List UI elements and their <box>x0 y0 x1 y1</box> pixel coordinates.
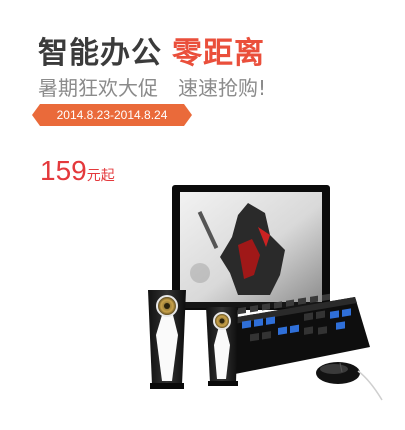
speaker-left <box>148 290 186 389</box>
promo-title-main: 智能办公 <box>38 36 162 71</box>
desktop-computer-set-icon <box>148 185 383 401</box>
speaker-right <box>206 307 238 386</box>
promo-subtitle: 暑期狂欢大促 速速抢购! <box>38 76 267 100</box>
promo-title: 智能办公 零距离 <box>38 28 265 72</box>
monitor <box>172 185 330 310</box>
promo-banner[interactable]: 智能办公 零距离 暑期狂欢大促 速速抢购! 2014.8.23-2014.8.24… <box>0 0 405 430</box>
price-suffix: 元起 <box>86 168 115 184</box>
date-range: 2014.8.23-2014.8.24 <box>56 108 168 122</box>
promo-title-accent: 零距离 <box>172 36 265 71</box>
price-amount: 159 <box>40 155 87 186</box>
price-tag: 159元起 <box>40 155 115 187</box>
date-ribbon: 2014.8.23-2014.8.24 <box>32 104 192 126</box>
mouse <box>316 362 383 401</box>
product-image[interactable] <box>120 175 405 430</box>
